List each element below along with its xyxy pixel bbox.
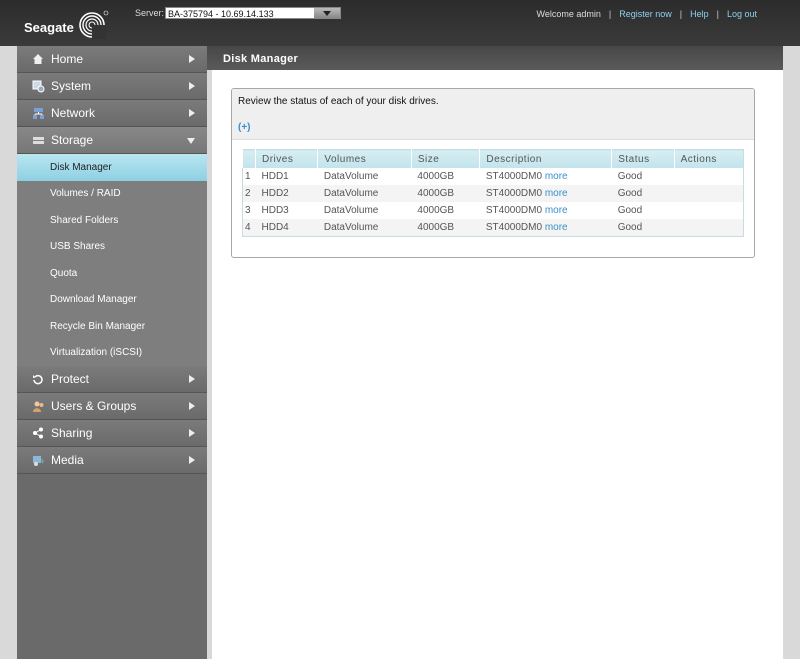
chevron-right-icon (189, 82, 195, 90)
drives-table: Drives Volumes Size Description Status A… (242, 149, 744, 237)
seagate-swirl-icon (79, 10, 109, 39)
sidebar-subitem-download-manager[interactable]: Download Manager (17, 286, 207, 313)
col-volumes[interactable]: Volumes (317, 149, 412, 168)
share-icon (31, 426, 45, 440)
chevron-down-icon (187, 138, 195, 144)
sidebar-item-media[interactable]: Media (17, 447, 207, 474)
seagate-logo: Seagate (24, 9, 110, 39)
chevron-right-icon (189, 55, 195, 63)
table-row[interactable]: 1 HDD1 DataVolume 4000GB ST4000DM0 more … (243, 168, 744, 185)
sidebar-item-label: Users & Groups (51, 399, 137, 413)
server-value: BA-375794 - 10.69.14.133 (168, 9, 274, 19)
col-drives[interactable]: Drives (254, 149, 318, 168)
sidebar-item-storage[interactable]: Storage (17, 127, 207, 154)
panel-description: Review the status of each of your disk d… (238, 96, 439, 107)
server-select[interactable]: BA-375794 - 10.69.14.133 (165, 7, 341, 19)
status-badge: Good (617, 171, 643, 182)
sidebar-item-users-groups[interactable]: Users & Groups (17, 393, 207, 420)
media-icon (31, 453, 45, 467)
sidebar-item-label: Protect (51, 372, 90, 386)
sidebar-item-label: System (51, 79, 92, 93)
chevron-right-icon (189, 109, 195, 117)
storage-icon (31, 133, 45, 147)
chevron-right-icon (189, 456, 195, 464)
table-header-row: Drives Volumes Size Description Status A… (242, 149, 744, 168)
sidebar-item-label: Sharing (51, 426, 93, 440)
more-link[interactable]: more (545, 222, 568, 233)
logout-link[interactable]: Log out (727, 9, 757, 19)
sidebar-item-home[interactable]: Home (17, 46, 207, 73)
sidebar-item-network[interactable]: Network (17, 100, 207, 127)
sidebar-subitem-volumes-raid[interactable]: Volumes / RAID (17, 180, 207, 207)
sidebar-subitem-recycle-bin[interactable]: Recycle Bin Manager (17, 313, 207, 340)
table-row[interactable]: 3 HDD3 DataVolume 4000GB ST4000DM0 more … (243, 202, 744, 219)
more-link[interactable]: more (545, 188, 568, 199)
sidebar-subitem-disk-manager[interactable]: Disk Manager (17, 154, 207, 181)
top-bar: Seagate Server: BA-375794 - 10.69.14.133… (0, 0, 800, 46)
sidebar-item-label: Media (51, 453, 84, 467)
system-icon (31, 79, 45, 93)
top-links: Welcome admin | Register now | Help | Lo… (536, 9, 757, 19)
col-status[interactable]: Status (611, 149, 675, 168)
sidebar-subitem-quota[interactable]: Quota (17, 260, 207, 287)
help-link[interactable]: Help (690, 9, 709, 19)
sidebar-subitem-usb-shares[interactable]: USB Shares (17, 233, 207, 260)
protect-icon (31, 372, 45, 386)
status-badge: Good (611, 219, 675, 237)
sidebar-subitem-shared-folders[interactable]: Shared Folders (17, 207, 207, 234)
status-badge: Good (617, 205, 643, 216)
welcome-text: Welcome admin (536, 9, 601, 19)
server-label: Server: (135, 8, 165, 18)
chevron-right-icon (189, 402, 195, 410)
more-link[interactable]: more (545, 171, 568, 182)
col-size[interactable]: Size (410, 149, 480, 168)
sidebar-item-sharing[interactable]: Sharing (17, 420, 207, 447)
more-link[interactable]: more (545, 205, 568, 216)
col-description[interactable]: Description (479, 149, 612, 168)
table-row[interactable]: 4 HDD4 DataVolume 4000GB ST4000DM0 more … (242, 219, 744, 237)
col-actions[interactable]: Actions (673, 149, 744, 168)
sidebar-item-label: Home (51, 52, 84, 66)
sidebar-subitem-iscsi[interactable]: Virtualization (iSCSI) (17, 339, 207, 366)
disk-status-panel: Review the status of each of your disk d… (231, 88, 755, 258)
chevron-right-icon (189, 429, 195, 437)
page-title: Disk Manager (207, 46, 783, 70)
sidebar-item-protect[interactable]: Protect (17, 366, 207, 393)
status-badge: Good (611, 185, 675, 202)
sidebar-item-label: Network (51, 106, 96, 120)
sidebar: Home System Network Storage Disk Manager… (17, 46, 207, 659)
sidebar-item-label: Storage (51, 133, 94, 147)
network-icon (31, 106, 45, 120)
register-link[interactable]: Register now (619, 9, 672, 19)
home-icon (31, 52, 45, 66)
sidebar-item-system[interactable]: System (17, 73, 207, 100)
main-body: Review the status of each of your disk d… (212, 70, 783, 659)
brand-name: Seagate (24, 19, 74, 35)
expand-toggle[interactable]: (+) (238, 122, 251, 133)
chevron-down-icon[interactable] (314, 8, 340, 18)
users-icon (31, 399, 45, 413)
table-row[interactable]: 2 HDD2 DataVolume 4000GB ST4000DM0 more … (242, 185, 744, 202)
main-content: Disk Manager Review the status of each o… (207, 46, 783, 659)
chevron-right-icon (189, 375, 195, 383)
